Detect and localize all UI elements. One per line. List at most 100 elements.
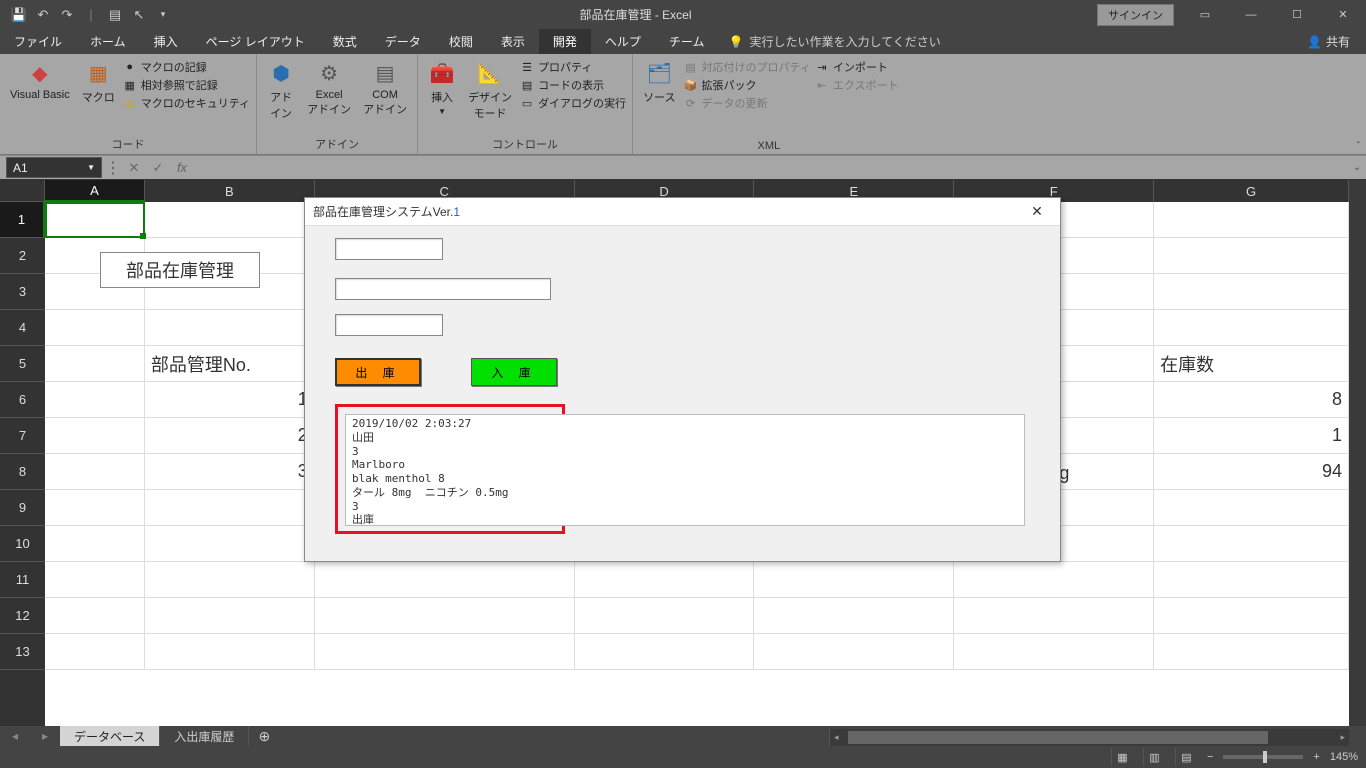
- normal-view-icon[interactable]: ▦: [1111, 748, 1133, 766]
- tab-nav-next-icon[interactable]: ▸: [30, 729, 60, 743]
- shipment-in-button[interactable]: 入 庫: [471, 358, 557, 386]
- save-icon[interactable]: 💾: [8, 4, 30, 26]
- zoom-level[interactable]: 145%: [1330, 751, 1358, 763]
- row-header[interactable]: 9: [0, 490, 45, 526]
- shipment-out-button[interactable]: 出 庫: [335, 358, 421, 386]
- scroll-right-icon[interactable]: ▸: [1340, 732, 1345, 743]
- zoom-slider[interactable]: [1223, 755, 1303, 759]
- row-header[interactable]: 8: [0, 454, 45, 490]
- properties-button[interactable]: ☰プロパティ: [520, 59, 626, 75]
- view-code-button[interactable]: ▤コードの表示: [520, 77, 626, 93]
- qat-customize-icon[interactable]: ▾: [152, 4, 174, 26]
- minimize-icon[interactable]: —: [1228, 0, 1274, 29]
- page-break-view-icon[interactable]: ▤: [1175, 748, 1197, 766]
- sheet-tab-history[interactable]: 入出庫履歴: [160, 726, 249, 747]
- tab-review[interactable]: 校閲: [435, 29, 487, 54]
- close-icon[interactable]: ✕: [1320, 0, 1366, 29]
- cell[interactable]: [315, 634, 575, 670]
- cell[interactable]: [45, 562, 145, 598]
- cell[interactable]: [1154, 598, 1349, 634]
- cell[interactable]: [1154, 634, 1349, 670]
- tab-help[interactable]: ヘルプ: [591, 29, 655, 54]
- signin-button[interactable]: サインイン: [1097, 4, 1174, 26]
- new-sheet-icon[interactable]: ⊕: [249, 728, 279, 745]
- expansion-pack-button[interactable]: 📦拡張パック: [684, 77, 811, 93]
- tab-data[interactable]: データ: [371, 29, 435, 54]
- column-header[interactable]: G: [1154, 180, 1349, 202]
- column-header[interactable]: A: [45, 180, 145, 202]
- tab-formulas[interactable]: 数式: [319, 29, 371, 54]
- dialog-titlebar[interactable]: 部品在庫管理システムVer.1 ✕: [305, 198, 1060, 226]
- cell[interactable]: 1: [145, 382, 315, 418]
- zoom-in-button[interactable]: +: [1313, 751, 1319, 763]
- fx-icon[interactable]: fx: [170, 157, 194, 178]
- pointer-icon[interactable]: ↖: [128, 4, 150, 26]
- dialog-input-2[interactable]: [335, 278, 551, 300]
- cell[interactable]: [45, 382, 145, 418]
- cell[interactable]: 3: [145, 454, 315, 490]
- cell[interactable]: [954, 598, 1154, 634]
- row-header[interactable]: 10: [0, 526, 45, 562]
- relative-ref-button[interactable]: ▦相対参照で記録: [123, 77, 250, 93]
- dialog-input-1[interactable]: [335, 238, 443, 260]
- cell[interactable]: [145, 562, 315, 598]
- tab-page-layout[interactable]: ページ レイアウト: [192, 29, 319, 54]
- cell[interactable]: [1154, 310, 1349, 346]
- cell[interactable]: [45, 454, 145, 490]
- scroll-left-icon[interactable]: ◂: [834, 732, 839, 743]
- formula-input[interactable]: [194, 157, 1342, 178]
- new-file-icon[interactable]: ▤: [104, 4, 126, 26]
- cell[interactable]: [575, 562, 755, 598]
- cell[interactable]: [145, 598, 315, 634]
- scroll-thumb[interactable]: [848, 731, 1268, 744]
- cancel-formula-icon[interactable]: ✕: [122, 157, 146, 178]
- row-header[interactable]: 7: [0, 418, 45, 454]
- xml-source-button[interactable]: 🗂ソース: [639, 57, 679, 107]
- cell[interactable]: [754, 634, 954, 670]
- undo-icon[interactable]: ↶: [32, 4, 54, 26]
- enter-formula-icon[interactable]: ✓: [146, 157, 170, 178]
- cell[interactable]: [45, 346, 145, 382]
- cell[interactable]: [145, 634, 315, 670]
- cell[interactable]: 在庫数: [1154, 346, 1349, 382]
- ribbon-options-icon[interactable]: ▭: [1182, 0, 1228, 29]
- cell[interactable]: 2: [145, 418, 315, 454]
- cell[interactable]: [954, 562, 1154, 598]
- excel-addins-button[interactable]: ⚙Excel アドイン: [303, 57, 355, 119]
- zoom-out-button[interactable]: −: [1207, 751, 1213, 763]
- visual-basic-button[interactable]: ◆ Visual Basic: [6, 57, 74, 103]
- row-header[interactable]: 13: [0, 634, 45, 670]
- cell[interactable]: [1154, 238, 1349, 274]
- row-header[interactable]: 4: [0, 310, 45, 346]
- row-header[interactable]: 3: [0, 274, 45, 310]
- cell[interactable]: [315, 598, 575, 634]
- cell[interactable]: [1154, 274, 1349, 310]
- name-box[interactable]: A1 ▼: [6, 157, 102, 178]
- dialog-input-3[interactable]: [335, 314, 443, 336]
- cell[interactable]: [1154, 526, 1349, 562]
- cell[interactable]: 1: [1154, 418, 1349, 454]
- collapse-ribbon-icon[interactable]: ˇ: [1357, 141, 1360, 152]
- dialog-close-icon[interactable]: ✕: [1022, 203, 1052, 220]
- column-header[interactable]: B: [145, 180, 315, 202]
- cell[interactable]: [1154, 490, 1349, 526]
- redo-icon[interactable]: ↷: [56, 4, 78, 26]
- com-addins-button[interactable]: ▤COM アドイン: [359, 57, 411, 119]
- addins-button[interactable]: ⬢アド イン: [263, 57, 299, 123]
- insert-control-button[interactable]: 🧰挿入▼: [424, 57, 460, 118]
- cell[interactable]: [754, 562, 954, 598]
- vertical-scrollbar[interactable]: [1349, 180, 1366, 726]
- design-mode-button[interactable]: 📐デザイン モード: [464, 57, 516, 123]
- row-header[interactable]: 12: [0, 598, 45, 634]
- cell[interactable]: [954, 634, 1154, 670]
- tab-insert[interactable]: 挿入: [140, 29, 192, 54]
- page-layout-view-icon[interactable]: ▥: [1143, 748, 1165, 766]
- cell[interactable]: [45, 418, 145, 454]
- cell[interactable]: [1154, 202, 1349, 238]
- share-button[interactable]: 👤 共有: [1291, 29, 1366, 54]
- cell[interactable]: [575, 598, 755, 634]
- tab-developer[interactable]: 開発: [539, 29, 591, 54]
- cell[interactable]: [45, 598, 145, 634]
- cell[interactable]: [145, 490, 315, 526]
- record-macro-button[interactable]: ●マクロの記録: [123, 59, 250, 75]
